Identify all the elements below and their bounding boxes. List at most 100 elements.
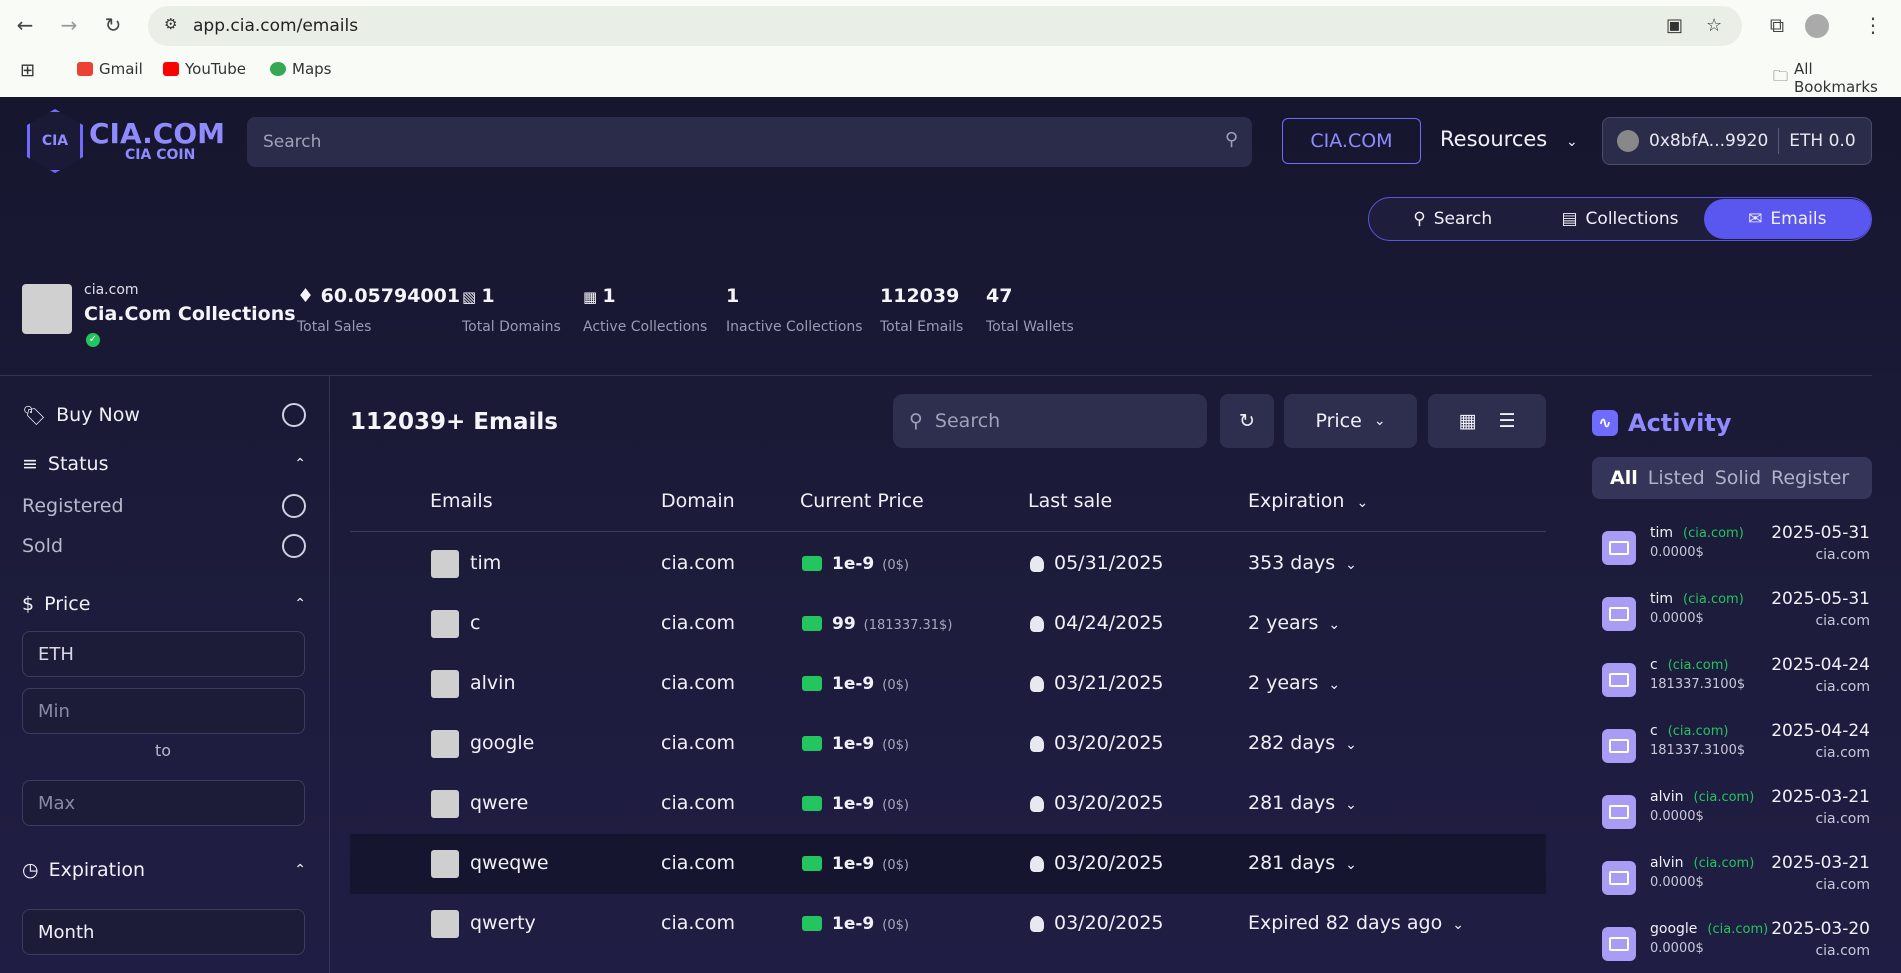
bookmark-maps[interactable]: Maps xyxy=(270,60,331,78)
expiration[interactable]: 2 years ⌄ xyxy=(1248,612,1340,634)
tab-search[interactable]: ⚲ Search xyxy=(1369,199,1536,239)
activity-item[interactable]: alvin (cia.com) 0.0000$ 2025-03-21 cia.com xyxy=(1598,785,1870,845)
table-row[interactable]: qweqwe cia.com 1e-9 (0$) 03/20/2025 281 days ⌄ xyxy=(350,834,1546,894)
email-icon xyxy=(1602,795,1636,829)
apps-grid-icon[interactable]: ⊞ xyxy=(20,60,35,81)
price-min-input[interactable]: Min xyxy=(22,688,305,734)
collection-avatar xyxy=(22,284,72,334)
reload-icon[interactable]: ↻ xyxy=(100,12,126,38)
activity-item[interactable]: tim (cia.com) 0.0000$ 2025-05-31 cia.com xyxy=(1598,521,1870,581)
filter-status-header[interactable]: ≡ Status ⌃ xyxy=(22,453,306,475)
expiration[interactable]: 281 days ⌄ xyxy=(1248,792,1357,814)
activity-subdomain: cia.com xyxy=(1815,877,1870,893)
expiration[interactable]: 282 days ⌄ xyxy=(1248,732,1357,754)
profile-avatar[interactable] xyxy=(1805,14,1829,38)
site-settings-icon[interactable]: ⚙ xyxy=(164,15,177,33)
table-row[interactable]: c cia.com 99 (181337.31$) 04/24/2025 2 years ⌄ xyxy=(350,594,1546,654)
filter-buy-now[interactable]: 🏷︎ Buy Now xyxy=(22,403,306,427)
expiration[interactable]: 281 days ⌄ xyxy=(1248,852,1357,874)
email-domain: cia.com xyxy=(661,912,735,934)
current-price: 1e-9 (0$) xyxy=(802,792,909,814)
activity-tab-all[interactable]: All xyxy=(1610,467,1638,489)
emails-search-input[interactable]: ⚲ Search xyxy=(893,394,1207,448)
table-row[interactable]: qwerty cia.com 1e-9 (0$) 03/20/2025 Expired 8… xyxy=(350,894,1546,954)
activity-date: 2025-05-31 xyxy=(1771,589,1870,609)
activity-email: c xyxy=(1650,723,1658,739)
sort-price-button[interactable]: Price ⌄ xyxy=(1284,394,1417,448)
table-row[interactable]: alvin cia.com 1e-9 (0$) 03/21/2025 2 years ⌄ xyxy=(350,654,1546,714)
grid-view-icon[interactable]: ▦ xyxy=(1459,410,1477,432)
eth-icon: ♦ xyxy=(297,285,321,307)
stat-total-wallets: 47 Total Wallets xyxy=(986,285,1074,335)
activity-date: 2025-04-24 xyxy=(1771,655,1870,675)
extensions-icon[interactable]: ⧉ xyxy=(1764,12,1790,38)
activity-item[interactable]: google (cia.com) 0.0000$ 2025-03-20 cia.com xyxy=(1598,917,1870,973)
registered-checkbox[interactable] xyxy=(282,494,306,518)
expiration[interactable]: 353 days ⌄ xyxy=(1248,552,1357,574)
resources-menu[interactable]: Resources ⌄ xyxy=(1440,127,1578,151)
activity-item[interactable]: tim (cia.com) 0.0000$ 2025-05-31 cia.com xyxy=(1598,587,1870,647)
buy-now-checkbox[interactable] xyxy=(282,403,306,427)
wallet-button[interactable]: 0x8bfA...9920 ETH 0.0 xyxy=(1602,117,1872,165)
email-name[interactable]: tim xyxy=(470,552,501,574)
wallet-icon xyxy=(802,796,822,811)
expiration[interactable]: Expired 82 days ago ⌄ xyxy=(1248,912,1464,934)
menu-icon[interactable]: ⋮ xyxy=(1860,12,1886,38)
expiration-select[interactable]: Month xyxy=(22,909,305,955)
email-avatar xyxy=(431,730,459,758)
activity-tab-register[interactable]: Register xyxy=(1771,467,1849,489)
activity-tab-solid[interactable]: Solid xyxy=(1715,467,1761,489)
table-row[interactable]: google cia.com 1e-9 (0$) 03/20/2025 282 days ⌄ xyxy=(350,714,1546,774)
forward-icon[interactable]: → xyxy=(56,12,82,38)
activity-value: 181337.3100$ xyxy=(1650,743,1746,758)
all-bookmarks[interactable]: 🗀 All Bookmarks xyxy=(1773,60,1901,96)
expiration[interactable]: 2 years ⌄ xyxy=(1248,672,1340,694)
email-name[interactable]: alvin xyxy=(470,672,516,694)
activity-item[interactable]: c (cia.com) 181337.3100$ 2025-04-24 cia.com xyxy=(1598,719,1870,779)
bookmark-gmail[interactable]: Gmail xyxy=(77,60,143,78)
filter-registered[interactable]: Registered xyxy=(22,494,306,518)
current-price: 99 (181337.31$) xyxy=(802,612,952,634)
building-icon: ▦ xyxy=(583,288,603,306)
email-name[interactable]: qweqwe xyxy=(470,852,549,874)
price-max-input[interactable]: Max xyxy=(22,780,305,826)
activity-item[interactable]: alvin (cia.com) 0.0000$ 2025-03-21 cia.com xyxy=(1598,851,1870,911)
email-domain: cia.com xyxy=(661,732,735,754)
sold-checkbox[interactable] xyxy=(282,534,306,558)
email-name[interactable]: c xyxy=(470,612,480,634)
back-icon[interactable]: ← xyxy=(12,12,38,38)
address-bar[interactable]: ⚙ app.cia.com/emails ▣ ☆ xyxy=(148,6,1742,46)
camera-off-icon[interactable]: ▣ xyxy=(1666,15,1683,36)
tab-collections[interactable]: ▤ Collections xyxy=(1536,199,1703,239)
chevron-up-icon: ⌃ xyxy=(294,456,306,472)
activity-item[interactable]: c (cia.com) 181337.3100$ 2025-04-24 cia.com xyxy=(1598,653,1870,713)
list-view-icon[interactable]: ☰ xyxy=(1498,410,1515,432)
domains-icon: ▧ xyxy=(462,288,482,306)
filter-price-header[interactable]: $ Price ⌃ xyxy=(22,593,306,615)
bookmark-star-icon[interactable]: ☆ xyxy=(1706,15,1722,36)
table-row[interactable]: tim cia.com 1e-9 (0$) 05/31/2025 353 days ⌄ xyxy=(350,534,1546,594)
col-expiration[interactable]: Expiration ⌄ xyxy=(1248,490,1368,512)
global-search-input[interactable]: Search ⚲ xyxy=(247,117,1252,167)
wallet-avatar xyxy=(1617,130,1639,152)
activity-email: alvin xyxy=(1650,855,1684,871)
email-name[interactable]: qwere xyxy=(470,792,528,814)
bookmark-youtube[interactable]: YouTube xyxy=(163,60,246,78)
bookmarks-bar: ⊞ Gmail YouTube Maps 🗀 All Bookmarks xyxy=(0,56,1901,96)
table-row[interactable]: qwere cia.com 1e-9 (0$) 03/20/2025 281 days ⌄ xyxy=(350,774,1546,834)
currency-select[interactable]: ETH xyxy=(22,631,305,677)
tab-emails[interactable]: ✉ Emails xyxy=(1703,199,1871,239)
refresh-button[interactable]: ↻ xyxy=(1220,394,1274,448)
email-name[interactable]: google xyxy=(470,732,534,754)
filter-expiration-header[interactable]: ◷ Expiration ⌃ xyxy=(22,859,306,881)
browser-chrome: ← → ↻ ⚙ app.cia.com/emails ▣ ☆ ⧉ ⋮ ⊞ Gma… xyxy=(0,0,1901,97)
email-avatar xyxy=(431,910,459,938)
email-name[interactable]: qwerty xyxy=(470,912,536,934)
view-toggle: ▦ ☰ xyxy=(1428,394,1546,448)
filter-sold[interactable]: Sold xyxy=(22,534,306,558)
logo[interactable]: CIA CIA.COM CIA COIN xyxy=(27,109,225,173)
cia-button[interactable]: CIA.COM xyxy=(1282,118,1421,164)
activity-tab-listed[interactable]: Listed xyxy=(1648,467,1705,489)
url-text: app.cia.com/emails xyxy=(193,16,359,36)
award-icon xyxy=(1030,615,1044,632)
